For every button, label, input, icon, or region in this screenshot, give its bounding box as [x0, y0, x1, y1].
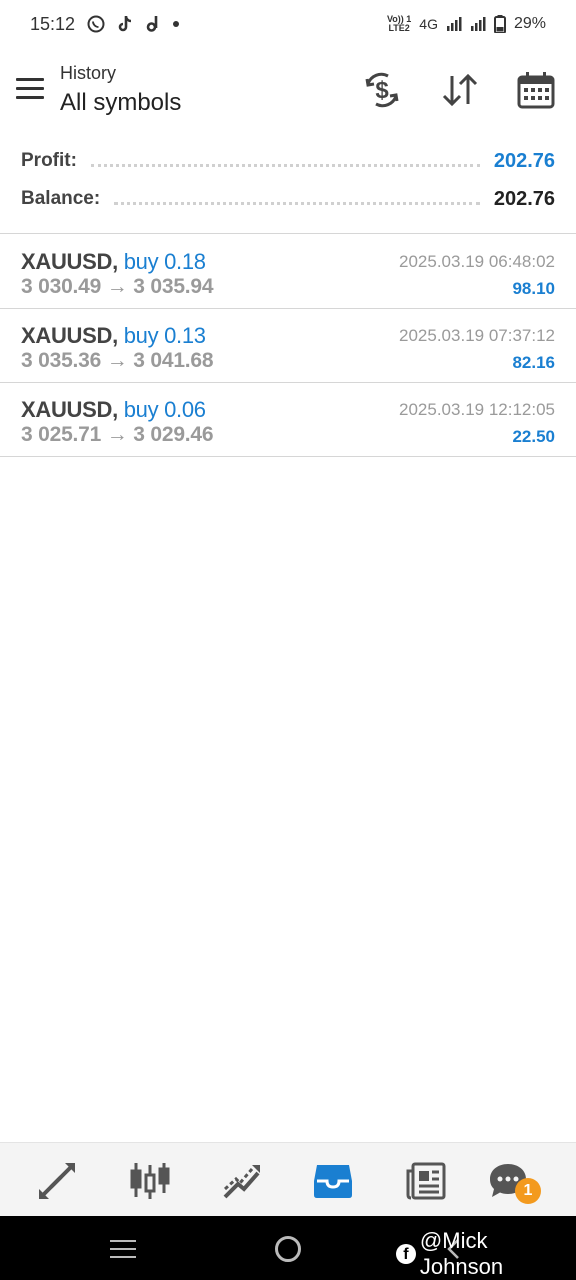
- app-header: History All symbols $: [0, 56, 576, 128]
- sort-button[interactable]: [440, 70, 480, 110]
- profit-dots: [90, 155, 480, 167]
- status-time: 15:12: [30, 13, 76, 34]
- trade-side: buy 0.13: [123, 323, 206, 348]
- arrow-icon: →: [106, 275, 128, 298]
- tab-trade[interactable]: [222, 1161, 262, 1201]
- menu-icon: [16, 78, 44, 81]
- tiktok-lite-icon: [146, 16, 158, 32]
- chat-badge: 1: [515, 1178, 541, 1204]
- trade-profit: 98.10: [512, 279, 555, 298]
- trade-symbol: XAUUSD,: [21, 397, 118, 422]
- recents-icon-bar: [110, 1256, 136, 1258]
- balance-label: Balance:: [21, 188, 101, 209]
- menu-button[interactable]: [16, 78, 44, 100]
- trade-side: buy 0.06: [123, 397, 206, 422]
- recent-apps-button[interactable]: [110, 1240, 136, 1258]
- news-icon: [406, 1162, 446, 1200]
- tiktok-icon: [118, 16, 132, 32]
- signal-icon-2: [470, 17, 486, 31]
- close-price: 3 035.94: [133, 275, 214, 298]
- tab-news[interactable]: [406, 1161, 446, 1201]
- trade-prices: 3 030.49 → 3 035.94: [21, 275, 214, 299]
- tab-chart[interactable]: [130, 1161, 170, 1201]
- open-price: 3 035.36: [21, 349, 102, 372]
- notification-dot-icon: [173, 21, 180, 27]
- profit-row: Profit: 202.76: [0, 142, 576, 180]
- trade-chart-icon: [223, 1165, 260, 1199]
- page-title[interactable]: All symbols: [60, 89, 181, 117]
- header-subtitle: History: [60, 63, 117, 83]
- trade-datetime: 2025.03.19 12:12:05: [399, 400, 555, 419]
- trade-symbol-line: XAUUSD, buy 0.18: [21, 249, 206, 275]
- tab-history[interactable]: [313, 1161, 353, 1201]
- system-navigation-bar: f @Mick Johnson: [0, 1216, 576, 1280]
- summary-panel: Profit: 202.76 Balance: 202.76: [0, 142, 576, 218]
- volte-line2: LTE2: [388, 23, 410, 33]
- trade-symbol-line: XAUUSD, buy 0.06: [21, 397, 206, 423]
- volte-indicator: Vo)) 1 LTE2: [387, 15, 411, 33]
- open-price: 3 025.71: [21, 423, 102, 446]
- profit-value: 202.76: [493, 149, 555, 172]
- battery-icon: [493, 15, 506, 33]
- currency-filter-button[interactable]: $: [362, 70, 402, 110]
- balance-dots: [114, 193, 480, 205]
- arrow-icon: →: [106, 349, 128, 372]
- profit-label: Profit:: [21, 150, 77, 171]
- signal-icon-1: [446, 17, 462, 31]
- trade-symbol-line: XAUUSD, buy 0.13: [21, 323, 206, 349]
- divider: [0, 456, 576, 457]
- trade-profit: 82.16: [512, 353, 555, 372]
- watermark-text: @Mick Johnson: [419, 1228, 504, 1279]
- divider: [0, 233, 576, 234]
- trade-symbol: XAUUSD,: [21, 249, 118, 274]
- bottom-tab-bar: [0, 1142, 576, 1216]
- facebook-icon: f: [396, 1244, 416, 1264]
- balance-row: Balance: 202.76: [0, 180, 576, 218]
- menu-icon-bar: [16, 87, 44, 90]
- date-range-button[interactable]: [516, 70, 556, 110]
- status-bar: 15:12 Vo)) 1 LTE2 4G 29%: [0, 0, 576, 48]
- inbox-icon: [314, 1165, 352, 1198]
- tab-quotes[interactable]: [37, 1161, 77, 1201]
- trade-row[interactable]: XAUUSD, buy 0.06 3 025.71 → 3 029.46 202…: [0, 383, 576, 456]
- network-type: 4G: [419, 16, 438, 32]
- dollar-refresh-icon: $: [365, 72, 399, 108]
- open-price: 3 030.49: [21, 275, 102, 298]
- trade-side: buy 0.18: [123, 249, 206, 274]
- trade-profit: 22.50: [512, 427, 555, 446]
- candlestick-icon: [130, 1163, 170, 1199]
- calendar-icon: [517, 72, 555, 109]
- quotes-arrows-icon: [39, 1163, 75, 1199]
- trade-symbol: XAUUSD,: [21, 323, 118, 348]
- home-button[interactable]: [275, 1236, 301, 1262]
- svg-text:$: $: [375, 77, 389, 104]
- recents-icon: [110, 1240, 136, 1242]
- menu-icon-bar: [16, 96, 44, 99]
- trade-datetime: 2025.03.19 06:48:02: [399, 252, 555, 271]
- close-price: 3 041.68: [133, 349, 214, 372]
- trade-datetime: 2025.03.19 07:37:12: [399, 326, 555, 345]
- watermark: f @Mick Johnson: [396, 1228, 576, 1280]
- balance-value: 202.76: [493, 187, 555, 210]
- close-price: 3 029.46: [133, 423, 214, 446]
- sort-arrows-icon: [442, 73, 478, 107]
- trade-row[interactable]: XAUUSD, buy 0.18 3 030.49 → 3 035.94 202…: [0, 235, 576, 308]
- arrow-icon: →: [106, 423, 128, 446]
- trade-prices: 3 035.36 → 3 041.68: [21, 349, 214, 373]
- recents-icon-bar: [110, 1248, 136, 1250]
- whatsapp-icon: [87, 15, 105, 33]
- trade-prices: 3 025.71 → 3 029.46: [21, 423, 214, 447]
- trade-row[interactable]: XAUUSD, buy 0.13 3 035.36 → 3 041.68 202…: [0, 309, 576, 382]
- battery-percent: 29%: [513, 15, 546, 32]
